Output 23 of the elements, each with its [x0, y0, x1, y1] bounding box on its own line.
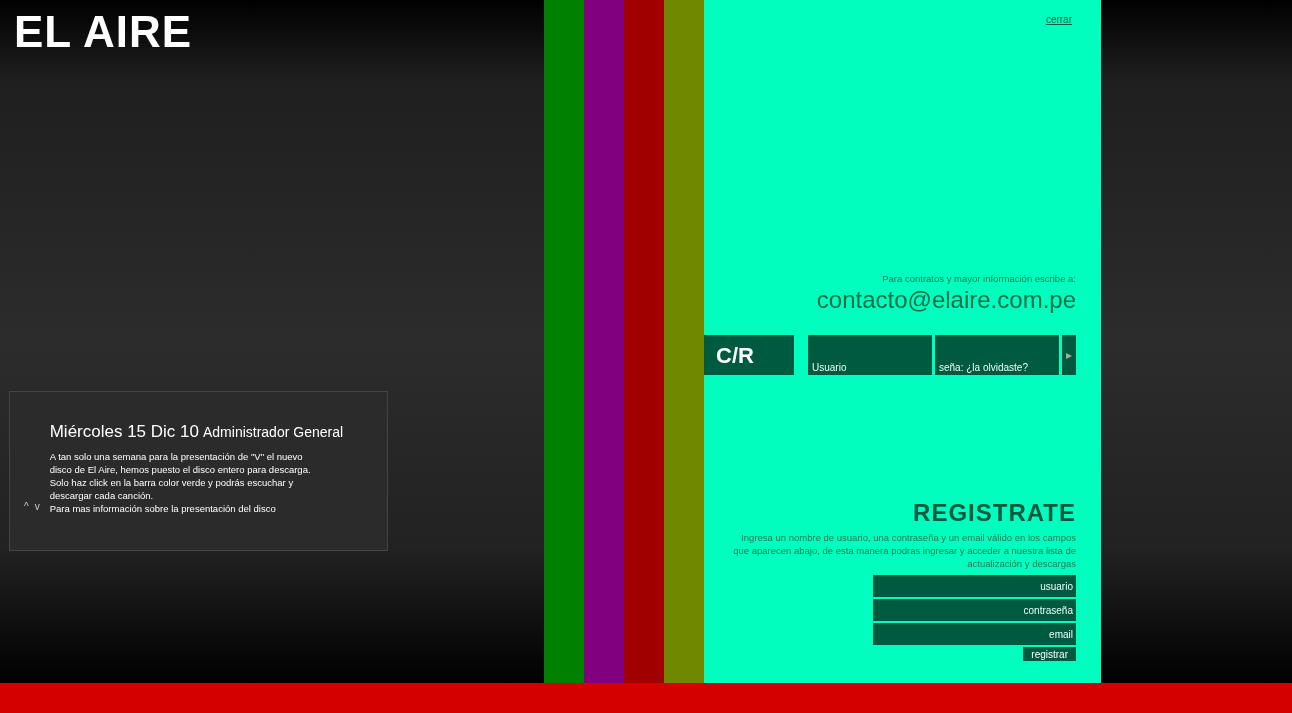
color-stripe[interactable] — [624, 0, 664, 683]
color-stripe[interactable] — [544, 0, 584, 683]
news-author: Administrador General — [203, 424, 344, 440]
register-title: REGISTRATE — [913, 499, 1076, 527]
register-text: Ingresa un nombre de usuario, una contraseña y un email válido en los campos que aparecen abajo, de esta manera podras ingresar y acceder a nuestra lista de actualización y descargas — [732, 531, 1076, 570]
nav-arrow[interactable]: ^ — [24, 501, 29, 512]
contact-email: contacto@elaire.com.pe — [816, 286, 1076, 314]
logo: EL AIRE — [14, 10, 193, 54]
contact-label: Para contratos y mayor información escribe a: — [882, 273, 1076, 284]
register-field[interactable]: usuario — [873, 575, 1076, 597]
login-button[interactable]: ▸ — [1062, 335, 1076, 375]
news-date: Miércoles 15 Dic 10 — [49, 422, 199, 442]
login-field[interactable]: seña: ¿la olvidaste? — [935, 335, 1059, 375]
login-field[interactable]: Usuario — [808, 335, 932, 375]
register-field[interactable]: contraseña — [873, 599, 1076, 621]
register-button[interactable]: registrar — [1023, 647, 1076, 661]
news-body: A tan solo una semana para la presentación de "V" el nuevo disco de El Aire, hemos puesto el disco entero para descarga. Solo haz click en la barra color verde y podrás escuchar y descargar cada canción. Para mas información sobre la presentación del disco — [49, 450, 312, 515]
register-field[interactable]: email — [873, 623, 1076, 645]
color-stripe[interactable] — [584, 0, 624, 683]
login-label: C/R — [704, 335, 794, 375]
color-stripe[interactable] — [664, 0, 704, 683]
nav-arrow[interactable]: v — [34, 501, 40, 512]
close-link[interactable]: cerrar — [1045, 14, 1072, 25]
